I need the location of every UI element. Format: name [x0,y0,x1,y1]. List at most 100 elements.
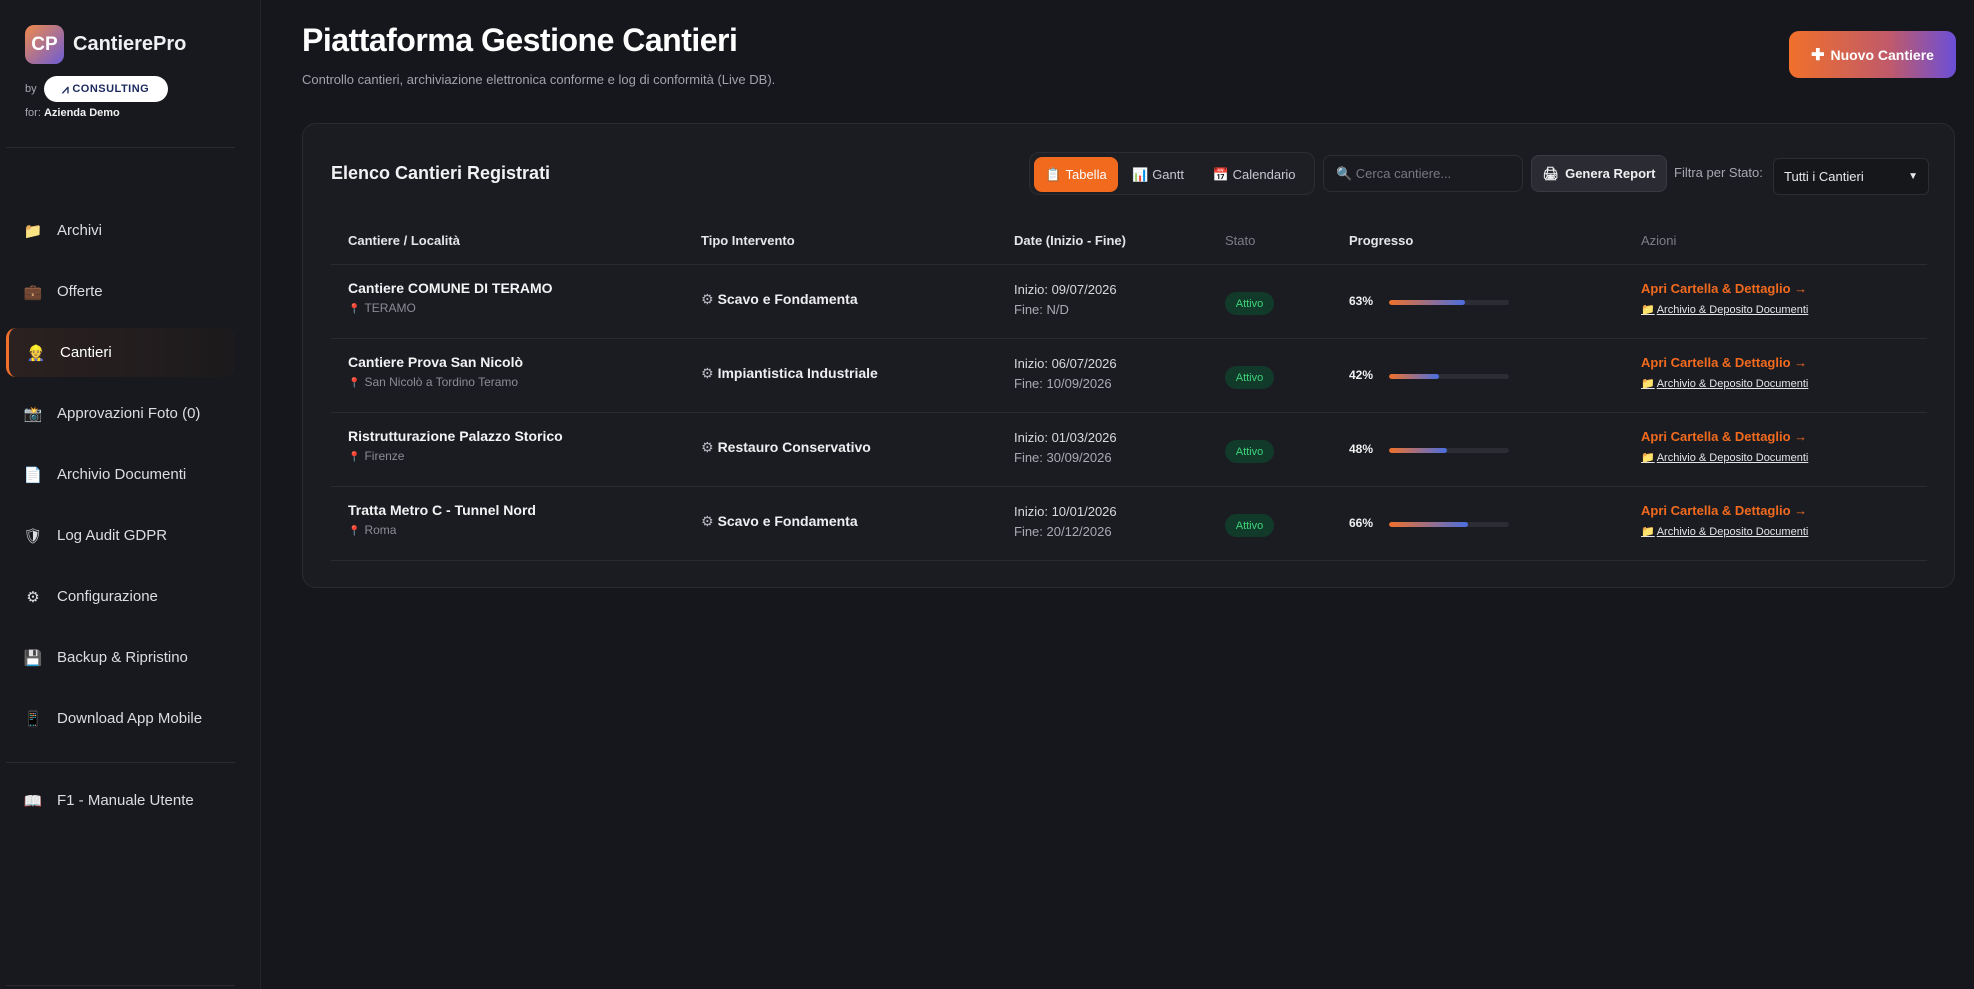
sidebar-item-log-audit[interactable]: 🛡 Log Audit GDPR [6,511,235,560]
sidebar-item-archivio-documenti[interactable]: 📄 Archivio Documenti [6,450,235,499]
tab-tabella[interactable]: 📋 Tabella [1034,157,1118,192]
column-header: Azioni [1641,233,1677,248]
tab-label: Gantt [1152,167,1184,182]
sidebar-item-manual[interactable]: 📖 F1 - Manuale Utente [6,776,235,825]
new-site-button[interactable]: ✚ Nuovo Cantiere [1789,31,1956,78]
sidebar: CP CantierePro by ⩘ CONSULTING for: Azie… [0,0,261,989]
company-row: for: Azienda Demo [25,107,120,119]
intervention-type-text: Scavo e Fondamenta [717,291,858,307]
site-name: Ristrutturazione Palazzo Storico [348,428,563,444]
clipboard-icon: 📋 [1045,166,1062,182]
sidebar-divider [6,985,235,986]
status-badge: Attivo [1225,514,1274,537]
calendar-icon: 📅 [1212,166,1229,182]
archive-link-text: Archivio & Deposito Documenti [1656,304,1809,316]
pin-icon: 📍 [348,526,361,537]
open-folder-link[interactable]: Apri Cartella & Dettaglio → [1641,429,1807,444]
progress-fill [1389,448,1447,453]
sidebar-item-label: Configurazione [57,588,158,605]
folder-icon: 📁 [1641,452,1655,464]
status-filter-select[interactable]: Tutti i Cantieri ▼ [1773,158,1929,195]
partner-row: by ⩘ CONSULTING [25,76,168,102]
archive-link[interactable]: 📁 Archivio & Deposito Documenti [1641,303,1808,316]
camera-icon: 📸 [23,405,43,423]
sidebar-item-configurazione[interactable]: ⚙ Configurazione [6,572,235,621]
sidebar-item-label: Approvazioni Foto (0) [57,405,201,422]
open-folder-link[interactable]: Apri Cartella & Dettaglio → [1641,355,1807,370]
archive-link[interactable]: 📁 Archivio & Deposito Documenti [1641,525,1808,538]
progress-value: 63% [1349,294,1374,308]
table-row: Cantiere COMUNE DI TERAMO 📍 TERAMO ⚙ Scavo… [303,265,1954,339]
table-row: Ristrutturazione Palazzo Storico 📍 Firenz… [303,413,1954,487]
intervention-type: ⚙ Scavo e Fondamenta [701,291,858,308]
progress-bar [1389,374,1509,379]
open-folder-link[interactable]: Apri Cartella & Dettaglio → [1641,503,1807,518]
generate-report-button[interactable]: 🖨 Genera Report [1531,155,1667,192]
tab-gantt[interactable]: 📊 Gantt [1122,157,1194,192]
table-row: Cantiere Prova San Nicolò 📍 San Nicolò a … [303,339,1954,413]
pin-icon: 📍 [348,304,361,315]
partner-logo-text: CONSULTING [72,83,150,95]
intervention-type-text: Scavo e Fondamenta [717,513,858,529]
brand-name: CantierePro [73,33,187,55]
start-date: Inizio: 06/07/2026 [1014,356,1117,371]
sites-card: Elenco Cantieri Registrati 📋 Tabella 📊 G… [302,123,1955,588]
new-site-button-label: Nuovo Cantiere [1830,46,1934,63]
progress-bar [1389,300,1509,305]
worker-icon: 👷 [26,344,46,362]
sidebar-item-label: F1 - Manuale Utente [57,792,194,809]
archive-link[interactable]: 📁 Archivio & Deposito Documenti [1641,377,1808,390]
sidebar-item-download-app[interactable]: 📱 Download App Mobile [6,694,235,743]
archive-link-text: Archivio & Deposito Documenti [1656,452,1809,464]
folder-icon: 📁 [1641,526,1655,538]
end-date: Fine: 30/09/2026 [1014,450,1112,465]
pin-icon: 📍 [348,452,361,463]
sidebar-item-label: Archivi [57,222,103,239]
sidebar-item-backup[interactable]: 💾 Backup & Ripristino [6,633,235,682]
site-location: 📍 Firenze [348,449,404,463]
table-row: Tratta Metro C - Tunnel Nord 📍 Roma ⚙ Scav… [303,487,1954,561]
briefcase-icon: 💼 [23,283,43,301]
progress-fill [1389,300,1465,305]
end-date: Fine: N/D [1014,302,1069,317]
shield-icon: 🛡 [23,527,43,545]
search-input[interactable]: 🔍 Cerca cantiere... [1323,155,1523,192]
plus-icon: ✚ [1811,46,1825,64]
end-date: Fine: 20/12/2026 [1014,524,1112,539]
archive-link-text: Archivio & Deposito Documenti [1656,378,1809,390]
sidebar-item-label: Log Audit GDPR [57,527,168,544]
archive-link[interactable]: 📁 Archivio & Deposito Documenti [1641,451,1808,464]
archive-link-text: Archivio & Deposito Documenti [1656,526,1809,538]
status-filter-label: Filtra per Stato: [1674,165,1763,180]
view-switch: 📋 Tabella 📊 Gantt 📅 Calendario [1029,152,1315,195]
sidebar-item-cantieri[interactable]: 👷 Cantieri [6,328,235,377]
site-location-text: Firenze [364,449,405,463]
sidebar-item-offerte[interactable]: 💼 Offerte [6,267,235,316]
sidebar-item-archivi[interactable]: 📁 Archivi [6,206,235,255]
company-name: Azienda Demo [43,107,120,119]
site-name: Cantiere Prova San Nicolò [348,354,524,370]
sidebar-item-approvazioni-foto[interactable]: 📸 Approvazioni Foto (0) [6,389,235,438]
column-header: Date (Inizio - Fine) [1014,233,1126,248]
column-header: Cantiere / Località [348,233,460,248]
generate-report-label: Genera Report [1565,166,1656,181]
site-location-text: Roma [364,523,397,537]
column-header: Progresso [1349,233,1414,248]
floppy-icon: 💾 [23,649,43,667]
progress-fill [1389,374,1440,379]
sidebar-divider [6,147,235,148]
progress-value: 66% [1349,516,1374,530]
sidebar-item-label: Backup & Ripristino [57,649,188,666]
site-location-text: TERAMO [364,301,416,315]
status-badge: Attivo [1225,292,1274,315]
open-folder-link[interactable]: Apri Cartella & Dettaglio → [1641,281,1807,296]
start-date: Inizio: 10/01/2026 [1014,504,1117,519]
tab-calendario[interactable]: 📅 Calendario [1198,157,1310,192]
intervention-type: ⚙ Scavo e Fondamenta [701,513,858,530]
progress-fill [1389,522,1469,527]
sidebar-item-label: Download App Mobile [57,710,203,727]
start-date: Inizio: 01/03/2026 [1014,430,1117,445]
sidebar-item-label: Cantieri [60,344,112,361]
brand[interactable]: CP CantierePro [25,25,186,64]
partner-logo-mark-icon: ⩘ [62,81,70,96]
